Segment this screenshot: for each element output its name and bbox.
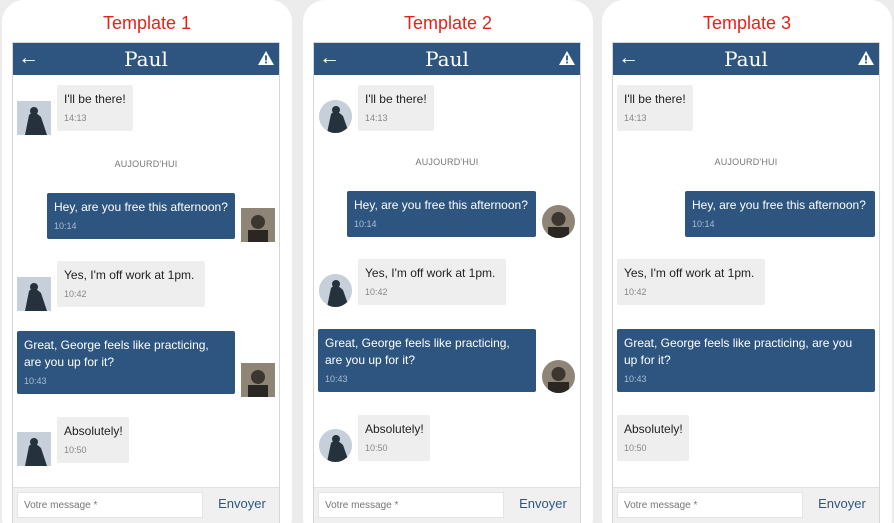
message-time: 14:13 xyxy=(624,113,647,123)
contact-name: Paul xyxy=(724,47,768,71)
outgoing-bubble: Great, George feels like practicing, are… xyxy=(617,329,875,392)
template-3-card: Template 3 ← Paul I'll be there! 14:13 A… xyxy=(602,0,892,523)
chat-header: ← Paul xyxy=(314,43,580,75)
avatar xyxy=(319,274,352,307)
message-time: 10:42 xyxy=(624,287,647,297)
chat-screen: ← Paul I'll be there! 14:13 AUJOURD'HUI … xyxy=(313,42,581,523)
template-1-card: Template 1 ← Paul I'll be there! 14:13 A… xyxy=(2,0,292,523)
date-divider: AUJOURD'HUI xyxy=(114,159,178,169)
message-composer: Envoyer xyxy=(13,487,279,523)
message-text: Great, George feels like practicing, are… xyxy=(325,336,510,367)
outgoing-bubble: Hey, are you free this afternoon? 10:14 xyxy=(47,193,235,239)
message-text: Absolutely! xyxy=(365,422,424,436)
avatar xyxy=(17,101,51,135)
avatar xyxy=(319,100,352,133)
message-text: Absolutely! xyxy=(624,422,683,436)
send-button[interactable]: Envoyer xyxy=(209,496,275,511)
template-title: Template 2 xyxy=(403,13,493,33)
message-text: Great, George feels like practicing, are… xyxy=(24,338,209,369)
message-time: 10:14 xyxy=(692,219,715,229)
incoming-bubble: Yes, I'm off work at 1pm. 10:42 xyxy=(358,259,506,305)
template-title: Template 1 xyxy=(102,13,192,33)
message-text: Yes, I'm off work at 1pm. xyxy=(365,266,496,280)
message-composer: Envoyer xyxy=(314,487,580,523)
message-input[interactable] xyxy=(318,492,504,518)
chat-header: ← Paul xyxy=(13,43,279,75)
outgoing-bubble: Hey, are you free this afternoon? 10:14 xyxy=(347,191,536,237)
message-time: 10:43 xyxy=(624,374,647,384)
date-divider: AUJOURD'HUI xyxy=(415,157,479,167)
avatar xyxy=(542,360,575,393)
message-text: I'll be there! xyxy=(624,92,686,106)
incoming-bubble: I'll be there! 14:13 xyxy=(57,85,133,131)
message-time: 10:43 xyxy=(24,376,47,386)
message-input[interactable] xyxy=(617,492,803,518)
message-input[interactable] xyxy=(17,492,203,518)
chat-header: ← Paul xyxy=(613,43,879,75)
template-title: Template 3 xyxy=(702,13,792,33)
chat-screen: ← Paul I'll be there! 14:13 AUJOURD'HUI … xyxy=(612,42,880,523)
message-text: Great, George feels like practicing, are… xyxy=(624,336,853,367)
message-time: 14:13 xyxy=(365,113,388,123)
incoming-bubble: I'll be there! 14:13 xyxy=(617,85,693,131)
send-button[interactable]: Envoyer xyxy=(510,496,576,511)
message-time: 10:50 xyxy=(624,443,647,453)
message-time: 10:50 xyxy=(64,445,87,455)
chat-screen: ← Paul I'll be there! 14:13 AUJOURD'HUI … xyxy=(12,42,280,523)
message-time: 10:14 xyxy=(354,219,377,229)
incoming-bubble: Absolutely! 10:50 xyxy=(358,415,430,461)
warning-triangle-icon[interactable] xyxy=(558,50,576,66)
message-text: Hey, are you free this afternoon? xyxy=(692,198,866,212)
outgoing-bubble: Hey, are you free this afternoon? 10:14 xyxy=(685,191,875,237)
avatar xyxy=(542,205,575,238)
send-button[interactable]: Envoyer xyxy=(809,496,875,511)
template-2-card: Template 2 ← Paul I'll be there! 14:13 A… xyxy=(303,0,593,523)
message-time: 10:50 xyxy=(365,443,388,453)
outgoing-bubble: Great, George feels like practicing, are… xyxy=(318,329,536,392)
avatar xyxy=(241,363,275,397)
avatar xyxy=(17,277,51,311)
incoming-bubble: Yes, I'm off work at 1pm. 10:42 xyxy=(57,261,205,307)
avatar xyxy=(319,429,352,462)
message-time: 10:43 xyxy=(325,374,348,384)
message-text: Hey, are you free this afternoon? xyxy=(354,198,528,212)
avatar xyxy=(241,208,275,242)
avatar xyxy=(17,432,51,466)
incoming-bubble: Absolutely! 10:50 xyxy=(617,415,689,461)
warning-triangle-icon[interactable] xyxy=(257,50,275,66)
date-divider: AUJOURD'HUI xyxy=(714,157,778,167)
contact-name: Paul xyxy=(425,47,469,71)
contact-name: Paul xyxy=(124,47,168,71)
incoming-bubble: I'll be there! 14:13 xyxy=(358,85,434,131)
message-time: 14:13 xyxy=(64,113,87,123)
message-text: I'll be there! xyxy=(64,92,126,106)
message-composer: Envoyer xyxy=(613,487,879,523)
message-text: Yes, I'm off work at 1pm. xyxy=(64,268,195,282)
incoming-bubble: Yes, I'm off work at 1pm. 10:42 xyxy=(617,259,765,305)
message-text: Hey, are you free this afternoon? xyxy=(54,200,228,214)
incoming-bubble: Absolutely! 10:50 xyxy=(57,417,129,463)
outgoing-bubble: Great, George feels like practicing, are… xyxy=(17,331,235,394)
message-text: I'll be there! xyxy=(365,92,427,106)
warning-triangle-icon[interactable] xyxy=(857,50,875,66)
message-time: 10:14 xyxy=(54,221,77,231)
message-text: Absolutely! xyxy=(64,424,123,438)
message-time: 10:42 xyxy=(365,287,388,297)
message-time: 10:42 xyxy=(64,289,87,299)
message-text: Yes, I'm off work at 1pm. xyxy=(624,266,755,280)
